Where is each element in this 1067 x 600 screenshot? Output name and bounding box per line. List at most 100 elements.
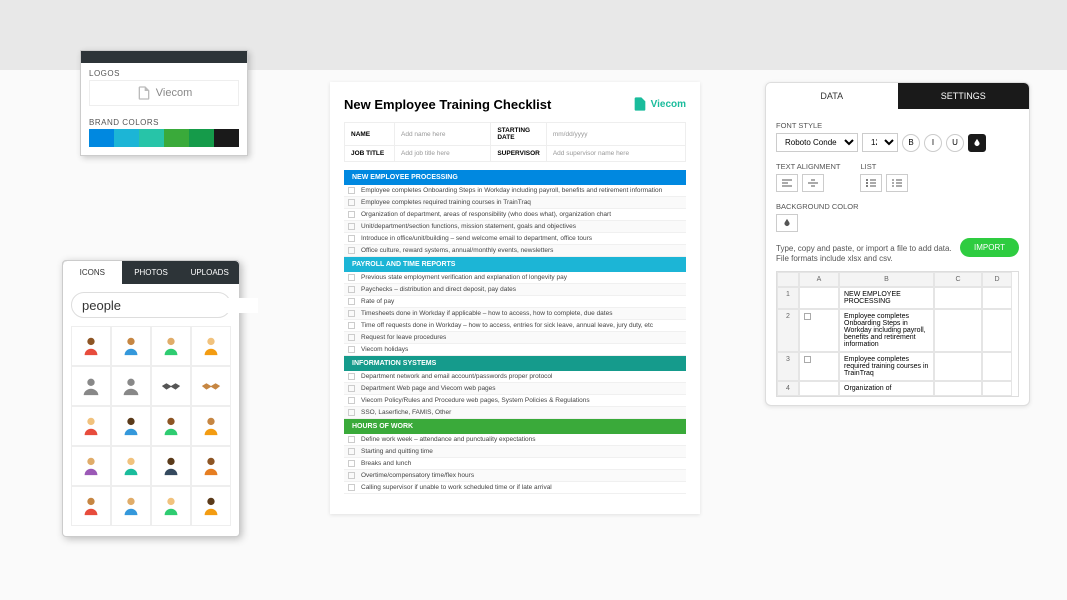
tab-data[interactable]: DATA — [766, 83, 898, 109]
person-icon-item[interactable] — [111, 326, 151, 366]
row-number[interactable]: 1 — [777, 287, 799, 309]
checkbox-icon[interactable] — [348, 334, 355, 341]
cell[interactable] — [799, 309, 839, 352]
checkbox-icon[interactable] — [348, 385, 355, 392]
checkbox-icon[interactable] — [348, 199, 355, 206]
sheet-row[interactable]: 2 Employee completes Onboarding Steps in … — [777, 309, 1018, 352]
icon-search[interactable] — [71, 292, 231, 318]
checkbox-icon[interactable] — [348, 322, 355, 329]
person-icon-item[interactable] — [111, 406, 151, 446]
brand-color-swatch[interactable] — [164, 129, 189, 147]
italic-button[interactable]: I — [924, 134, 942, 152]
checkbox-icon[interactable] — [348, 460, 355, 467]
checklist-row[interactable]: Department Web page and Viecom web pages — [344, 383, 686, 395]
checklist-row[interactable]: Request for leave procedures — [344, 332, 686, 344]
icon-search-input[interactable] — [82, 298, 258, 313]
cell[interactable] — [799, 352, 839, 381]
row-number[interactable]: 3 — [777, 352, 799, 381]
checklist-row[interactable]: Introduce in office/unit/building – send… — [344, 233, 686, 245]
person-icon-item[interactable] — [191, 486, 231, 526]
bg-color-button[interactable] — [776, 214, 798, 232]
sheet-row[interactable]: 4 Organization of — [777, 381, 1018, 396]
cell[interactable] — [934, 287, 982, 309]
name-value[interactable]: Add name here — [395, 123, 491, 146]
bullet-list-button[interactable] — [860, 174, 882, 192]
checklist-row[interactable]: SSO, Laserfiche, FAMIS, Other — [344, 407, 686, 419]
person-icon-item[interactable] — [191, 406, 231, 446]
font-color-button[interactable] — [968, 134, 986, 152]
checkbox-icon[interactable] — [804, 313, 811, 320]
person-icon-item[interactable] — [191, 326, 231, 366]
brand-color-swatch[interactable] — [114, 129, 139, 147]
job-value[interactable]: Add job title here — [395, 146, 491, 162]
checklist-row[interactable]: Employee completes Onboarding Steps in W… — [344, 185, 686, 197]
person-icon-item[interactable] — [111, 446, 151, 486]
cell[interactable] — [799, 287, 839, 309]
checklist-row[interactable]: Employee completes required training cou… — [344, 197, 686, 209]
person-icon-item[interactable] — [71, 366, 111, 406]
col-header[interactable]: C — [934, 272, 982, 287]
cell[interactable] — [982, 287, 1012, 309]
brand-color-swatch[interactable] — [214, 129, 239, 147]
checklist-row[interactable]: Organization of department, areas of res… — [344, 209, 686, 221]
person-icon-item[interactable] — [191, 366, 231, 406]
checklist-row[interactable]: Calling supervisor if unable to work sch… — [344, 482, 686, 494]
font-size-select[interactable]: 12 — [862, 133, 898, 152]
person-icon-item[interactable] — [151, 366, 191, 406]
checklist-row[interactable]: Breaks and lunch — [344, 458, 686, 470]
person-icon-item[interactable] — [111, 486, 151, 526]
bold-button[interactable]: B — [902, 134, 920, 152]
person-icon-item[interactable] — [71, 486, 111, 526]
person-icon-item[interactable] — [71, 326, 111, 366]
cell[interactable] — [982, 381, 1012, 396]
checklist-row[interactable]: Define work week – attendance and punctu… — [344, 434, 686, 446]
checkbox-icon[interactable] — [348, 211, 355, 218]
sup-value[interactable]: Add supervisor name here — [546, 146, 685, 162]
brand-color-swatch[interactable] — [189, 129, 214, 147]
checkbox-icon[interactable] — [348, 298, 355, 305]
checkbox-icon[interactable] — [348, 235, 355, 242]
checkbox-icon[interactable] — [348, 247, 355, 254]
checkbox-icon[interactable] — [348, 484, 355, 491]
person-icon-item[interactable] — [151, 326, 191, 366]
checklist-row[interactable]: Unit/department/section functions, missi… — [344, 221, 686, 233]
cell[interactable]: Organization of — [839, 381, 934, 396]
checklist-row[interactable]: Office culture, reward systems, annual/m… — [344, 245, 686, 257]
row-number[interactable]: 2 — [777, 309, 799, 352]
checkbox-icon[interactable] — [804, 356, 811, 363]
cell[interactable] — [799, 381, 839, 396]
person-icon-item[interactable] — [111, 366, 151, 406]
cell[interactable]: Employee completes Onboarding Steps in W… — [839, 309, 934, 352]
person-icon-item[interactable] — [151, 486, 191, 526]
checkbox-icon[interactable] — [348, 448, 355, 455]
checkbox-icon[interactable] — [348, 472, 355, 479]
tab-icons[interactable]: ICONS — [63, 261, 122, 284]
cell[interactable] — [934, 381, 982, 396]
cell[interactable] — [934, 352, 982, 381]
checklist-row[interactable]: Department network and email account/pas… — [344, 371, 686, 383]
col-header[interactable]: B — [839, 272, 934, 287]
underline-button[interactable]: U — [946, 134, 964, 152]
sheet-row[interactable]: 1 NEW EMPLOYEE PROCESSING — [777, 287, 1018, 309]
checkbox-icon[interactable] — [348, 373, 355, 380]
logo-item[interactable]: Viecom — [89, 80, 239, 106]
checklist-row[interactable]: Previous state employment verification a… — [344, 272, 686, 284]
start-value[interactable]: mm/dd/yyyy — [546, 123, 685, 146]
align-horizontal-button[interactable] — [776, 174, 798, 192]
row-number[interactable]: 4 — [777, 381, 799, 396]
import-button[interactable]: IMPORT — [960, 238, 1019, 257]
checkbox-icon[interactable] — [348, 223, 355, 230]
font-family-select[interactable]: Roboto Condensed — [776, 133, 858, 152]
brand-color-swatch[interactable] — [139, 129, 164, 147]
checklist-row[interactable]: Overtime/compensatory time/flex hours — [344, 470, 686, 482]
checkbox-icon[interactable] — [348, 274, 355, 281]
checkbox-icon[interactable] — [348, 346, 355, 353]
checkbox-icon[interactable] — [348, 409, 355, 416]
col-header[interactable]: A — [799, 272, 839, 287]
tab-photos[interactable]: PHOTOS — [122, 261, 181, 284]
checklist-row[interactable]: Rate of pay — [344, 296, 686, 308]
cell[interactable] — [982, 352, 1012, 381]
checklist-row[interactable]: Starting and quitting time — [344, 446, 686, 458]
person-icon-item[interactable] — [151, 446, 191, 486]
cell[interactable]: NEW EMPLOYEE PROCESSING — [839, 287, 934, 309]
